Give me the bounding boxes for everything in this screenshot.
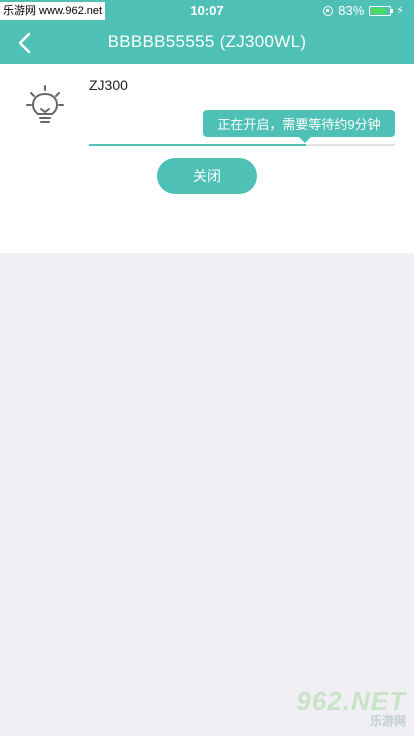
battery-tip <box>391 8 394 13</box>
battery-percent: 83% <box>338 3 365 18</box>
watermark-sub: 乐游网 <box>369 714 406 728</box>
light-bulb-icon <box>26 85 64 123</box>
page-title: BBBBB55555 (ZJ300WL) <box>107 32 307 51</box>
header-bar: 乐游网 www.962.net 10:07 83% ⚡ BBBBB55555 (… <box>0 0 414 64</box>
progress-fill <box>89 144 307 146</box>
device-name: ZJ300 <box>89 77 128 93</box>
rotation-lock-icon <box>323 5 334 16</box>
watermark-brand: 962.NET <box>296 686 406 716</box>
progress-track <box>89 144 395 146</box>
charging-icon: ⚡ <box>396 5 404 17</box>
status-right: 83% ⚡ <box>323 3 404 18</box>
battery-icon <box>369 5 394 16</box>
status-tooltip: 正在开启，需要等待约9分钟 <box>203 110 395 143</box>
close-button[interactable]: 关闭 <box>157 158 257 194</box>
device-panel: ZJ300 正在开启，需要等待约9分钟 关闭 <box>0 64 414 253</box>
battery-fill <box>371 7 386 14</box>
chevron-left-icon <box>18 32 31 54</box>
status-bar: 乐游网 www.962.net 10:07 83% ⚡ <box>0 0 414 20</box>
watermark-bottom: 962.NET 乐游网 <box>276 686 406 730</box>
back-button[interactable] <box>10 28 40 58</box>
